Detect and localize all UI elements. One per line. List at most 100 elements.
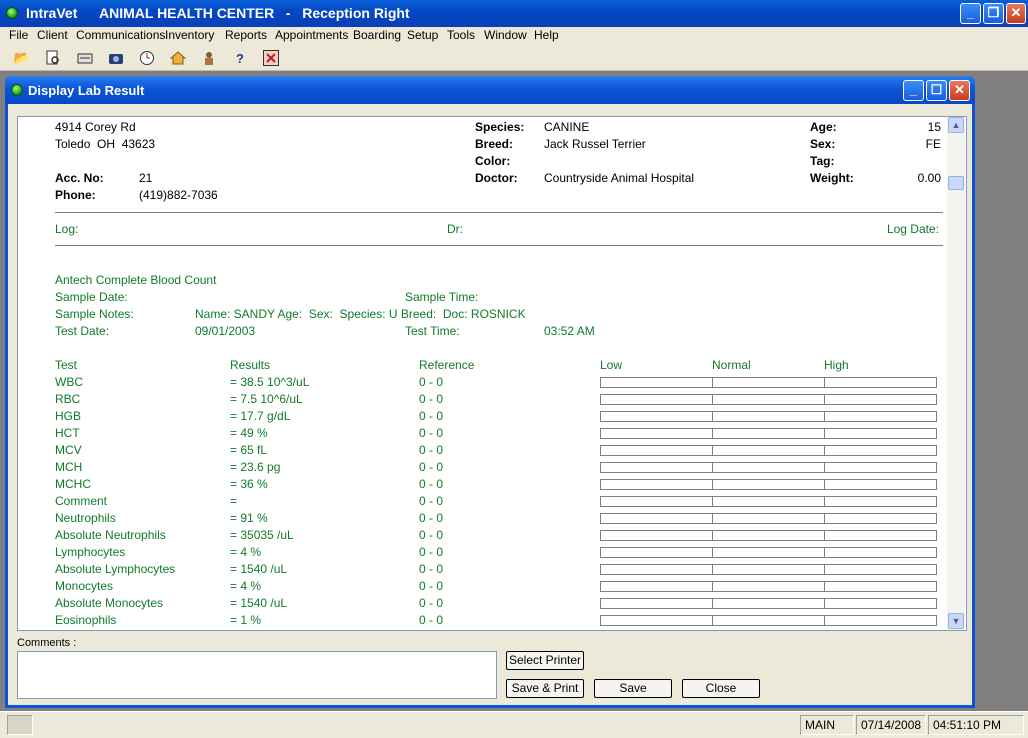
menu-help[interactable]: Help	[534, 28, 559, 42]
select-printer-button[interactable]: Select Printer	[506, 651, 584, 670]
range-bar-divider	[824, 497, 825, 506]
comments-label: Comments :	[17, 637, 77, 649]
restore-button[interactable]: ❐	[983, 3, 1004, 24]
menu-client[interactable]: Client	[37, 28, 68, 42]
col-header-results: Results	[230, 358, 271, 372]
range-bar-divider	[824, 565, 825, 574]
help-icon[interactable]: ?	[231, 49, 249, 67]
save-button[interactable]: Save	[594, 679, 672, 698]
range-bar-divider	[712, 548, 713, 557]
row-result: = 49 %	[230, 426, 268, 440]
app-name: IntraVet	[26, 5, 78, 21]
range-bar-divider	[824, 582, 825, 591]
child-minimize-button[interactable]: _	[903, 80, 924, 101]
menu-file[interactable]: File	[9, 28, 28, 42]
exit-icon[interactable]	[262, 49, 280, 67]
range-bar-divider	[712, 565, 713, 574]
child-close-button[interactable]: ✕	[949, 80, 970, 101]
doctor-label: Doctor:	[475, 171, 518, 185]
menu-window[interactable]: Window	[484, 28, 527, 42]
lab-result-body: 4914 Corey Rd Toledo OH 43623 Acc. No: 2…	[8, 104, 972, 705]
app-title: ANIMAL HEALTH CENTER - Reception Right	[99, 5, 410, 21]
save-print-button[interactable]: Save & Print	[506, 679, 584, 698]
row-reference: 0 - 0	[419, 528, 444, 542]
scroll-down-icon[interactable]: ▼	[948, 613, 964, 629]
row-test-name: MCV	[55, 443, 82, 457]
dr-label: Dr:	[447, 222, 463, 236]
row-result: = 4 %	[230, 545, 262, 559]
row-result: =	[230, 494, 238, 508]
col-header-high: High	[824, 358, 849, 372]
menu-reports[interactable]: Reports	[225, 28, 267, 42]
menu-appointments[interactable]: Appointments	[275, 28, 348, 42]
test-time-value: 03:52 AM	[544, 324, 595, 338]
clock-icon[interactable]	[138, 49, 156, 67]
doctor-value: Countryside Animal Hospital	[544, 171, 695, 185]
range-bar-divider	[824, 378, 825, 387]
close-button[interactable]: Close	[682, 679, 760, 698]
divider-top	[55, 212, 943, 213]
scroll-up-icon[interactable]: ▲	[948, 117, 964, 133]
sample-date-label: Sample Date:	[55, 290, 128, 304]
camera-icon[interactable]	[107, 49, 125, 67]
close-app-button[interactable]: ✕	[1006, 3, 1026, 24]
row-result: = 1 %	[230, 613, 262, 627]
range-bar	[600, 445, 937, 456]
color-label: Color:	[475, 154, 511, 168]
status-bar: MAIN 07/14/2008 04:51:10 PM	[0, 711, 1028, 738]
menu-setup[interactable]: Setup	[407, 28, 438, 42]
sex-value: FE	[925, 137, 941, 151]
range-bar-divider	[712, 429, 713, 438]
app-title-bar: IntraVet ANIMAL HEALTH CENTER - Receptio…	[0, 0, 1028, 27]
menu-inventory[interactable]: Inventory	[165, 28, 214, 42]
row-reference: 0 - 0	[419, 511, 444, 525]
menu-boarding[interactable]: Boarding	[353, 28, 401, 42]
menu-communications[interactable]: Communications	[76, 28, 165, 42]
range-bar	[600, 428, 937, 439]
range-bar	[600, 564, 937, 575]
card-icon[interactable]	[76, 49, 94, 67]
age-label: Age:	[810, 120, 837, 134]
range-bar	[600, 411, 937, 422]
range-bar	[600, 377, 937, 388]
app-status-icon	[6, 7, 18, 19]
range-bar	[600, 479, 937, 490]
range-bar-divider	[712, 412, 713, 421]
scroll-thumb[interactable]	[948, 176, 964, 190]
address-line-1: 4914 Corey Rd	[55, 120, 136, 134]
preview-icon[interactable]	[44, 49, 62, 67]
row-reference: 0 - 0	[419, 545, 444, 559]
divider-bottom	[55, 245, 943, 246]
home-icon[interactable]	[169, 49, 187, 67]
col-header-reference: Reference	[419, 358, 475, 372]
child-maximize-button[interactable]: ☐	[926, 80, 947, 101]
sample-notes-value: Name: SANDY Age: Sex: Species: U Breed: …	[195, 307, 526, 321]
vertical-scrollbar[interactable]: ▲ ▼	[947, 117, 965, 630]
menu-tools[interactable]: Tools	[447, 28, 475, 42]
range-bar-divider	[824, 514, 825, 523]
status-pane-blank	[7, 715, 33, 735]
row-reference: 0 - 0	[419, 392, 444, 406]
comments-field[interactable]	[17, 651, 497, 699]
phone-value: (419)882-7036	[139, 188, 218, 202]
row-result: = 36 %	[230, 477, 268, 491]
vet-icon[interactable]	[200, 49, 218, 67]
row-result: = 38.5 10^3/uL	[230, 375, 310, 389]
lab-report-panel: 4914 Corey Rd Toledo OH 43623 Acc. No: 2…	[17, 116, 967, 631]
row-result: = 17.7 g/dL	[230, 409, 291, 423]
row-test-name: Absolute Neutrophils	[55, 528, 166, 542]
row-result: = 91 %	[230, 511, 268, 525]
row-result: = 1540 /uL	[230, 562, 288, 576]
weight-value: 0.00	[917, 171, 941, 185]
row-reference: 0 - 0	[419, 409, 444, 423]
range-bar	[600, 394, 937, 405]
row-test-name: WBC	[55, 375, 83, 389]
range-bar	[600, 598, 937, 609]
minimize-button[interactable]: _	[960, 3, 981, 24]
test-date-value: 09/01/2003	[195, 324, 256, 338]
status-date: 07/14/2008	[856, 715, 926, 735]
range-bar-divider	[712, 599, 713, 608]
open-folder-icon[interactable]: 📂	[13, 49, 31, 67]
row-reference: 0 - 0	[419, 562, 444, 576]
range-bar-divider	[824, 446, 825, 455]
